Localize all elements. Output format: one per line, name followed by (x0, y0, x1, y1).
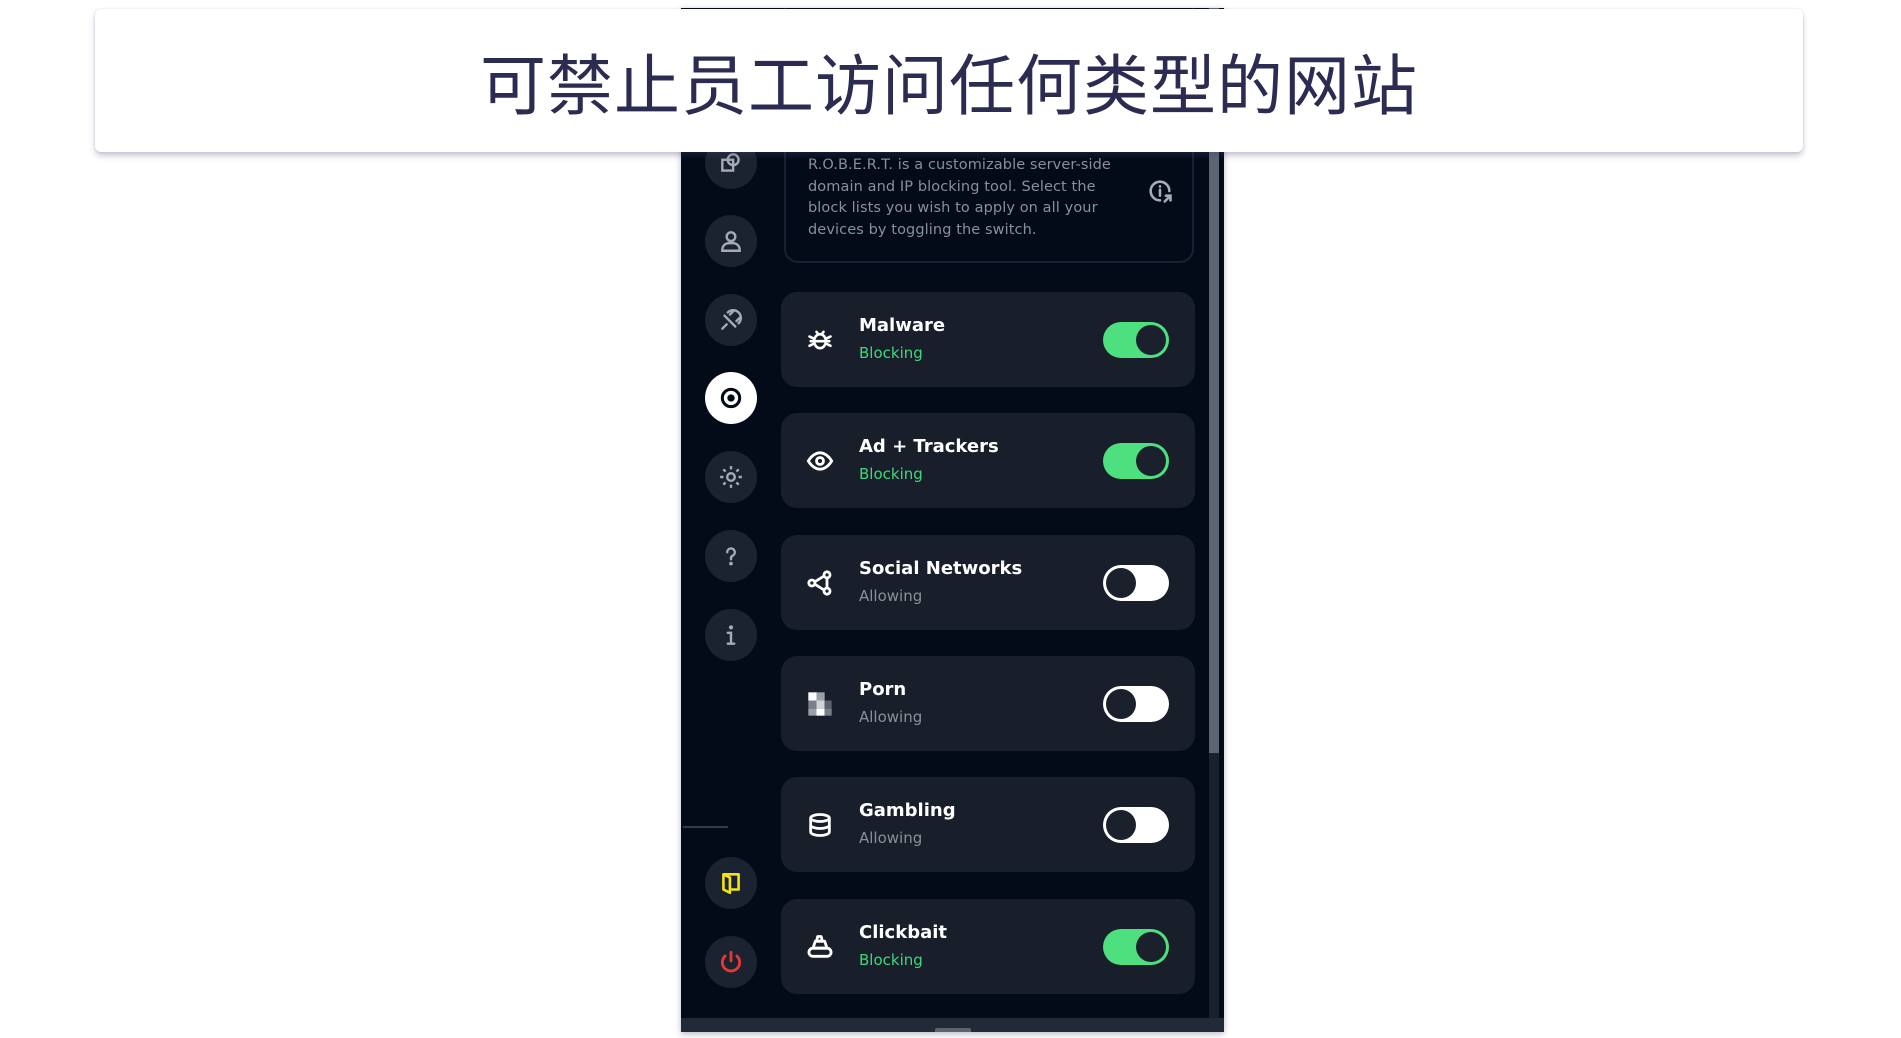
card-status: Blocking (859, 344, 923, 362)
description-line: R.O.B.E.R.T. is a customizable server-si… (808, 157, 1111, 173)
blocklist-card-ad-trackers: Ad + Trackers Blocking (781, 413, 1195, 508)
sidebar-item-exit-door[interactable] (705, 857, 757, 909)
target-icon (720, 387, 742, 409)
card-status: Blocking (859, 465, 923, 483)
scrollbar[interactable] (1209, 8, 1219, 1018)
blocklist-card-porn: Porn Allowing (781, 656, 1195, 751)
blocklist-card-gambling: Gambling Allowing (781, 777, 1195, 872)
malware-toggle[interactable] (1103, 322, 1169, 358)
card-title: Clickbait (859, 922, 947, 943)
sidebar-item-settings[interactable] (705, 451, 757, 503)
description-line: domain and IP blocking tool. Select the (808, 178, 1096, 195)
gambling-toggle[interactable] (1103, 807, 1169, 843)
pixelated-icon (805, 689, 835, 719)
overlapping-shapes-icon (721, 153, 740, 172)
porn-toggle[interactable] (1103, 686, 1169, 722)
card-title: Social Networks (859, 558, 1023, 579)
clickbait-toggle[interactable] (1103, 929, 1169, 965)
power-icon (720, 950, 742, 973)
description-line: block lists you wish to apply on all you… (808, 200, 1098, 216)
description-line: devices by toggling the switch. (808, 221, 1037, 238)
ad-trackers-toggle[interactable] (1103, 443, 1169, 479)
user-icon (721, 231, 741, 252)
info-icon (726, 625, 736, 645)
blocklist-card-social-networks: Social Networks Allowing (781, 535, 1195, 630)
card-status: Allowing (859, 708, 923, 726)
card-status: Allowing (859, 587, 923, 605)
toggle-knob (1106, 810, 1136, 840)
sidebar-item-help[interactable] (705, 530, 757, 582)
toggle-knob (1136, 446, 1166, 476)
eye-icon (805, 446, 835, 476)
toggle-knob (1136, 325, 1166, 355)
toggle-knob (1136, 932, 1166, 962)
card-title: Malware (859, 315, 946, 336)
plug-icon (721, 309, 742, 330)
sidebar-item-power[interactable] (705, 936, 757, 988)
card-status: Blocking (859, 951, 923, 969)
card-title: Porn (859, 679, 907, 700)
bug-icon (805, 325, 835, 355)
bottom-handle[interactable] (935, 1028, 971, 1032)
door-icon (722, 873, 740, 895)
banner-title: 可禁止员工访问任何类型的网站 (480, 47, 1418, 125)
blocklist-card-clickbait: Clickbait Blocking (781, 899, 1195, 994)
sidebar-item-account[interactable] (705, 215, 757, 267)
poop-icon (805, 932, 835, 962)
app-window: R.O.B.E.R.T. is a customizable server-si… (681, 8, 1224, 1032)
sidebar-item-about[interactable] (705, 609, 757, 661)
sidebar-item-connection[interactable] (705, 294, 757, 346)
sidebar-item-blocker[interactable] (705, 372, 757, 424)
card-status: Allowing (859, 829, 923, 847)
chips-stack-icon (805, 810, 835, 840)
bottom-bar (681, 1018, 1224, 1032)
card-title: Gambling (859, 800, 956, 821)
info-external-icon[interactable] (1146, 177, 1174, 205)
blocklist-card-malware: Malware Blocking (781, 292, 1195, 387)
description-text: R.O.B.E.R.T. is a customizable server-si… (808, 155, 1128, 241)
toggle-knob (1106, 568, 1136, 598)
caption-banner: 可禁止员工访问任何类型的网站 (95, 9, 1803, 152)
toggle-knob (1106, 689, 1136, 719)
question-icon (726, 547, 736, 566)
card-title: Ad + Trackers (859, 436, 999, 457)
social-networks-toggle[interactable] (1103, 565, 1169, 601)
sidebar-divider (683, 826, 728, 828)
gear-icon (720, 466, 742, 488)
share-icon (805, 568, 835, 598)
